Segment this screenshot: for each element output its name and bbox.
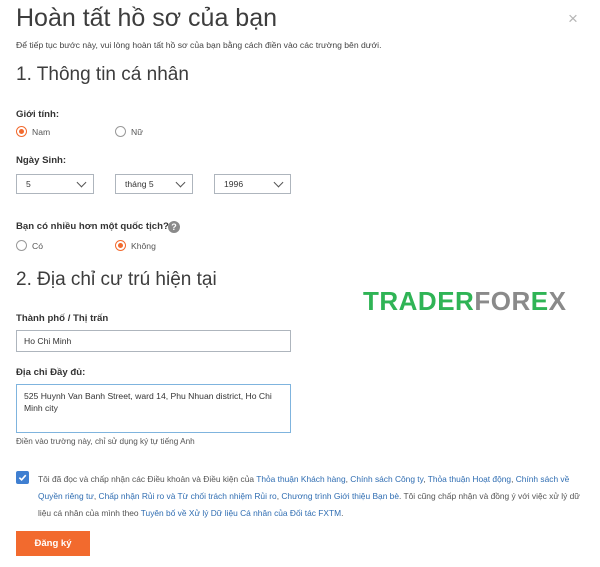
page-subtitle: Để tiếp tục bước này, vui lòng hoàn tất … (16, 40, 382, 50)
link-company-policy[interactable]: Chính sách Công ty (350, 474, 423, 484)
gender-option-label: Nữ (131, 126, 143, 137)
link-referral-program[interactable]: Chương trình Giới thiệu Bạn bè (281, 491, 399, 501)
birth-year-select[interactable]: 1996 (214, 174, 291, 194)
gender-radio-female[interactable]: Nữ (115, 126, 143, 137)
radio-unselected-icon (16, 240, 27, 251)
gender-label: Giới tính: (16, 109, 60, 120)
radio-unselected-icon (115, 126, 126, 137)
section-address-heading: 2. Địa chỉ cư trú hiện tại (16, 269, 217, 290)
city-label: Thành phố / Thị trấn (16, 313, 109, 324)
link-customer-agreement[interactable]: Thỏa thuận Khách hàng (256, 474, 345, 484)
terms-text: Tôi đã đọc và chấp nhận các Điều khoản v… (38, 474, 580, 518)
address-label: Địa chỉ Đầy đủ: (16, 367, 86, 378)
nationality-option-label: Có (32, 240, 43, 251)
city-input[interactable]: Ho Chi Minh (16, 330, 291, 352)
register-button[interactable]: Đăng ký (16, 531, 90, 556)
link-data-processing-statement[interactable]: Tuyên bố về Xử lý Dữ liệu Cá nhân của Đố… (141, 508, 341, 518)
checkmark-icon (18, 474, 27, 482)
nationality-radio-no[interactable]: Không (115, 240, 156, 251)
traderforex-watermark-logo: TRADERFOREX (363, 286, 567, 316)
close-icon[interactable]: × (568, 9, 578, 29)
nationality-label: Bạn có nhiều hơn một quốc tịch? (16, 221, 169, 232)
address-textarea[interactable]: 525 Huynh Van Banh Street, ward 14, Phu … (16, 384, 291, 433)
link-operating-agreement[interactable]: Thỏa thuận Hoạt động (428, 474, 511, 484)
info-icon[interactable]: ? (168, 221, 180, 233)
birth-day-value: 5 (26, 179, 31, 189)
section-personal-heading: 1. Thông tin cá nhân (16, 64, 189, 85)
address-hint: Điền vào trường này, chỉ sử dụng ký tự t… (16, 437, 195, 446)
chevron-down-icon (273, 177, 284, 188)
radio-selected-icon (16, 126, 27, 137)
page-title: Hoàn tất hồ sơ của bạn (16, 4, 278, 32)
terms-checkbox[interactable] (16, 471, 29, 484)
gender-radio-male[interactable]: Nam (16, 126, 50, 137)
link-risk-disclosure[interactable]: Chấp nhận Rủi ro và Từ chối trách nhiệm … (99, 491, 277, 501)
birthday-label: Ngày Sinh: (16, 155, 67, 166)
chevron-down-icon (76, 177, 87, 188)
radio-selected-icon (115, 240, 126, 251)
birth-month-value: tháng 5 (125, 179, 154, 189)
birth-day-select[interactable]: 5 (16, 174, 94, 194)
gender-option-label: Nam (32, 126, 51, 137)
chevron-down-icon (175, 177, 186, 188)
nationality-radio-yes[interactable]: Có (16, 240, 43, 251)
birth-month-select[interactable]: tháng 5 (115, 174, 193, 194)
birth-year-value: 1996 (224, 179, 244, 189)
nationality-option-label: Không (131, 240, 156, 251)
